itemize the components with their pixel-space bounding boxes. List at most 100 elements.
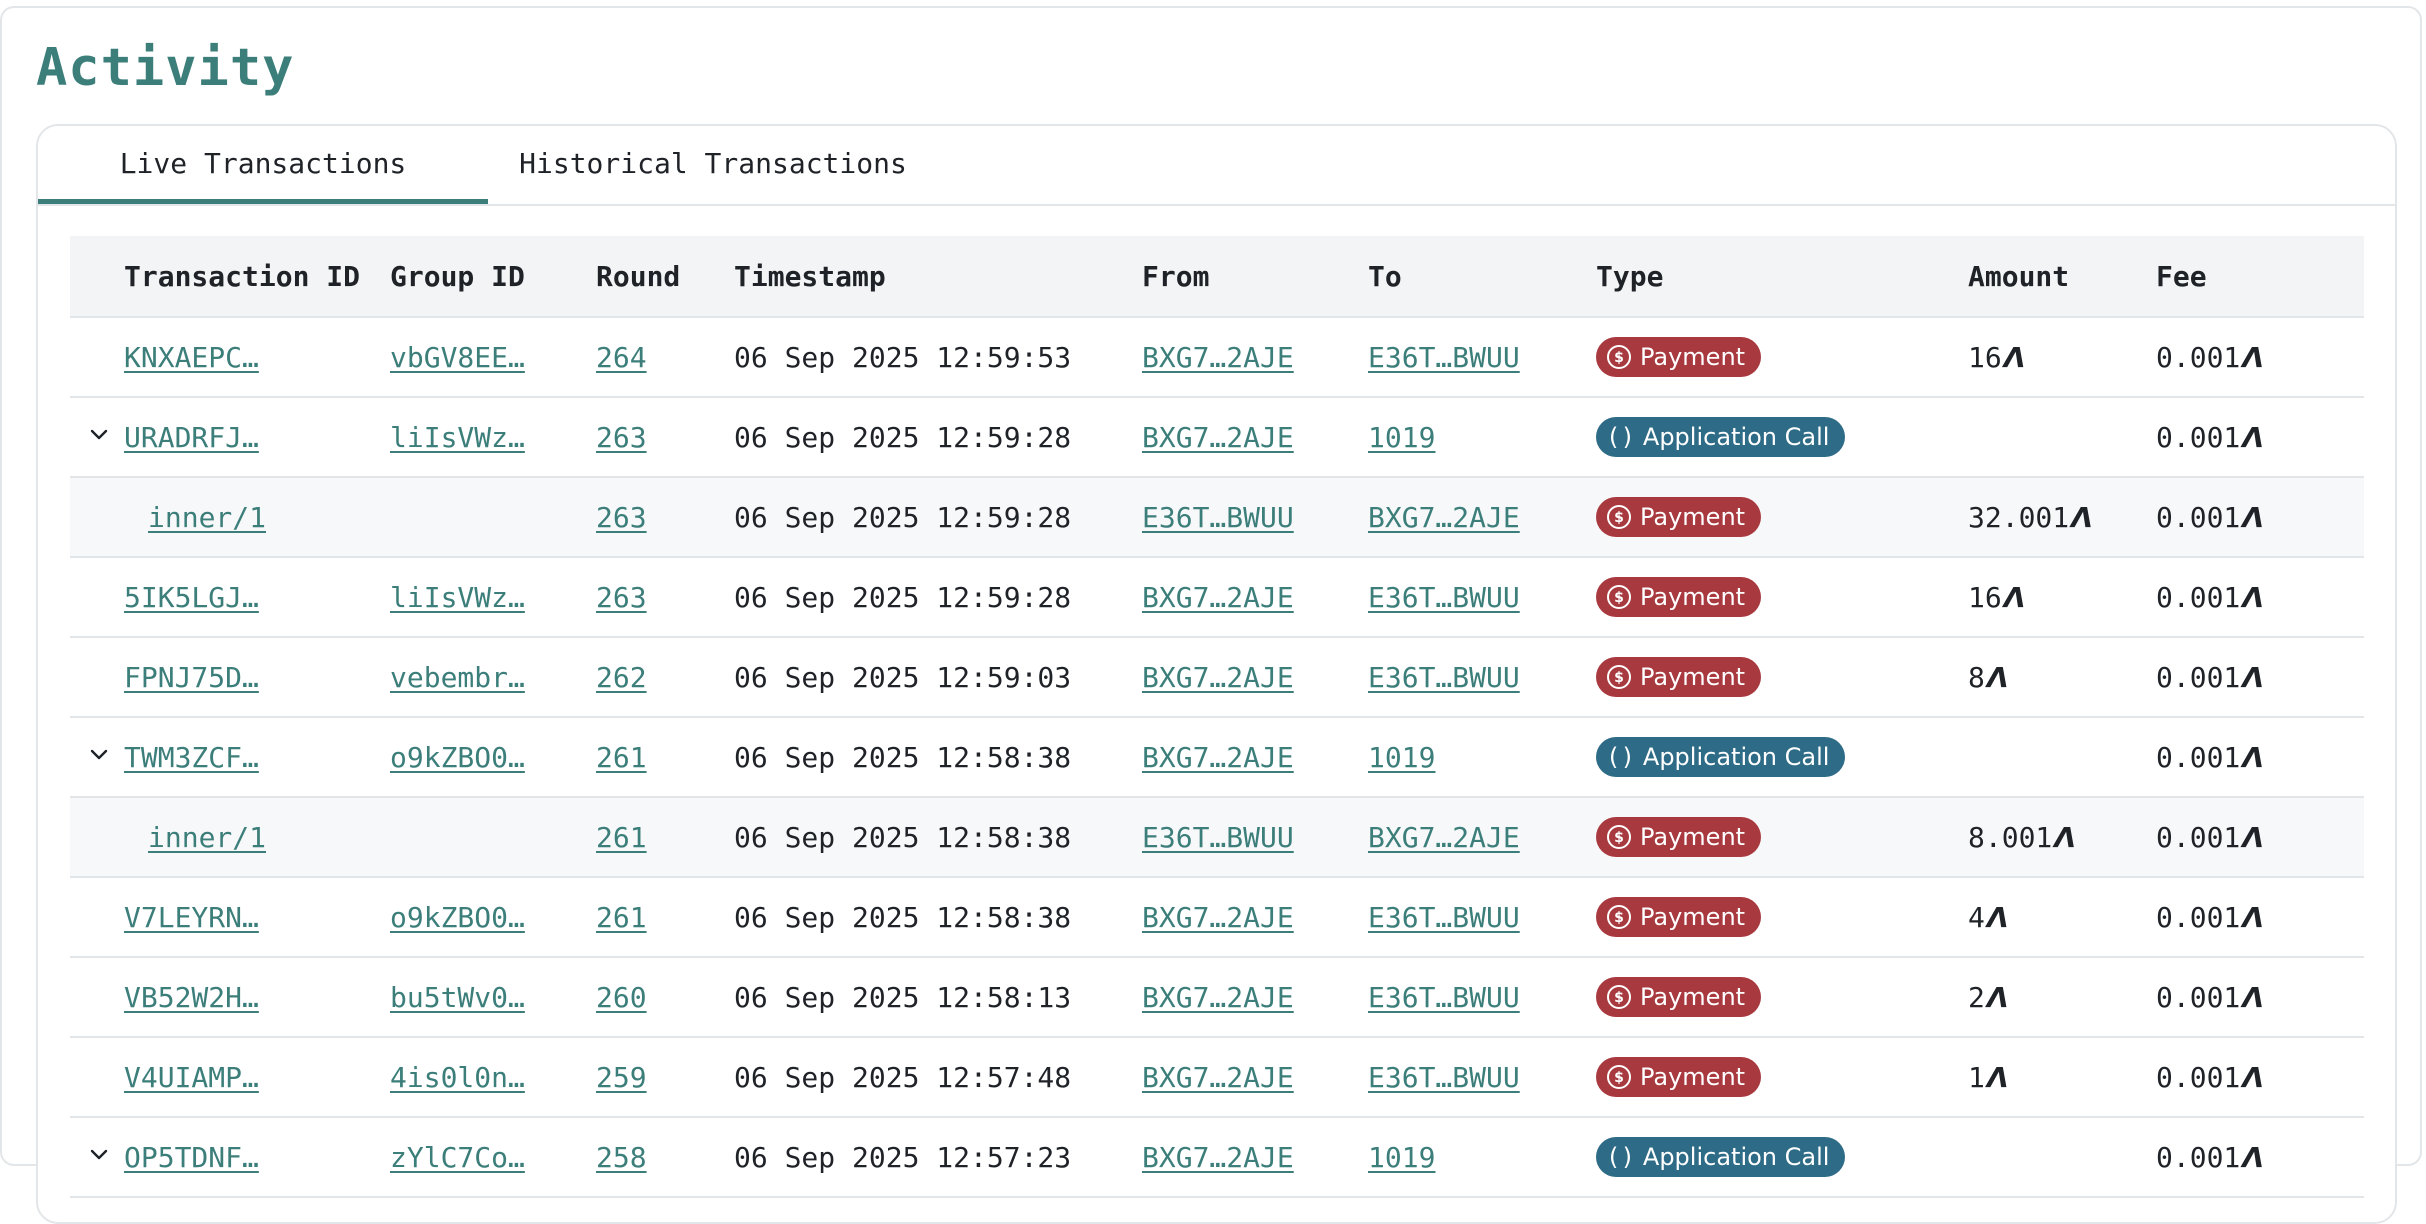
chevron-down-icon[interactable] bbox=[90, 746, 108, 764]
amount-value: 2 bbox=[1968, 980, 1985, 1014]
group-id-link[interactable]: liIsVWz… bbox=[390, 421, 525, 454]
transactions-panel: Live Transactions Historical Transaction… bbox=[36, 124, 2397, 1224]
group-id-link[interactable]: vebembr… bbox=[390, 661, 525, 694]
cell-round: 261 bbox=[596, 717, 734, 798]
algo-symbol: Ʌ bbox=[1986, 660, 2009, 694]
cell-group-id: liIsVWz… bbox=[390, 557, 596, 638]
cell-to: E36T…BWUU bbox=[1368, 317, 1596, 398]
round-link[interactable]: 263 bbox=[596, 581, 647, 614]
group-id-link[interactable]: zYlC7Co… bbox=[390, 1141, 525, 1174]
to-address-link[interactable]: E36T…BWUU bbox=[1368, 581, 1520, 614]
round-link[interactable]: 259 bbox=[596, 1061, 647, 1094]
fee-value: 0.001 bbox=[2156, 900, 2241, 934]
from-address-link[interactable]: E36T…BWUU bbox=[1142, 821, 1294, 854]
cell-from: BXG7…2AJE bbox=[1142, 1117, 1368, 1198]
chevron-down-icon[interactable] bbox=[90, 1146, 108, 1164]
from-address-link[interactable]: BXG7…2AJE bbox=[1142, 581, 1294, 614]
group-id-link[interactable]: o9kZBO0… bbox=[390, 901, 525, 934]
round-link[interactable]: 263 bbox=[596, 421, 647, 454]
chevron-down-icon[interactable] bbox=[90, 426, 108, 444]
transaction-id-link[interactable]: KNXAEPC… bbox=[124, 341, 259, 374]
to-address-link[interactable]: E36T…BWUU bbox=[1368, 1061, 1520, 1094]
cell-from: BXG7…2AJE bbox=[1142, 317, 1368, 398]
inner-transaction-link[interactable]: inner/1 bbox=[124, 501, 266, 534]
group-id-link[interactable]: o9kZBO0… bbox=[390, 741, 525, 774]
group-id-link[interactable]: liIsVWz… bbox=[390, 581, 525, 614]
type-label: Payment bbox=[1640, 503, 1746, 531]
cell-amount: 32.001Ʌ bbox=[1968, 477, 2156, 558]
from-address-link[interactable]: BXG7…2AJE bbox=[1142, 741, 1294, 774]
transaction-id-link[interactable]: V7LEYRN… bbox=[124, 901, 259, 934]
algo-symbol: Ʌ bbox=[2242, 740, 2264, 774]
type-badge-application-call: () Application Call bbox=[1596, 737, 1846, 777]
cell-group-id: 4is0l0n… bbox=[390, 1037, 596, 1118]
transaction-id-link[interactable]: FPNJ75D… bbox=[124, 661, 259, 694]
transaction-id-link[interactable]: VB52W2H… bbox=[124, 981, 259, 1014]
header-round: Round bbox=[596, 236, 734, 318]
inner-transaction-link[interactable]: inner/1 bbox=[124, 821, 266, 854]
cell-from: E36T…BWUU bbox=[1142, 477, 1368, 558]
tab-historical-transactions[interactable]: Historical Transactions bbox=[488, 126, 938, 204]
to-address-link[interactable]: E36T…BWUU bbox=[1368, 901, 1520, 934]
cell-group-id bbox=[390, 477, 596, 558]
tab-bar: Live Transactions Historical Transaction… bbox=[38, 126, 2395, 206]
amount-value: 32.001 bbox=[1968, 500, 2070, 534]
round-link[interactable]: 262 bbox=[596, 661, 647, 694]
transaction-id-link[interactable]: OP5TDNF… bbox=[124, 1141, 259, 1174]
table-row: KNXAEPC… vbGV8EE… 264 06 Sep 2025 12:59:53 B… bbox=[70, 317, 2364, 398]
type-label: Payment bbox=[1640, 1063, 1746, 1091]
tab-live-transactions[interactable]: Live Transactions bbox=[38, 126, 488, 204]
cell-amount bbox=[1968, 397, 2156, 478]
cell-transaction-id: V7LEYRN… bbox=[70, 877, 390, 958]
transaction-id-link[interactable]: TWM3ZCF… bbox=[124, 741, 259, 774]
group-id-link[interactable]: 4is0l0n… bbox=[390, 1061, 525, 1094]
from-address-link[interactable]: BXG7…2AJE bbox=[1142, 421, 1294, 454]
to-address-link[interactable]: E36T…BWUU bbox=[1368, 341, 1520, 374]
round-link[interactable]: 258 bbox=[596, 1141, 647, 1174]
from-address-link[interactable]: E36T…BWUU bbox=[1142, 501, 1294, 534]
group-id-link[interactable]: vbGV8EE… bbox=[390, 341, 525, 374]
transaction-id-link[interactable]: 5IK5LGJ… bbox=[124, 581, 259, 614]
from-address-link[interactable]: BXG7…2AJE bbox=[1142, 901, 1294, 934]
amount-value: 16 bbox=[1968, 580, 2002, 614]
svg-text:$: $ bbox=[1614, 670, 1624, 686]
from-address-link[interactable]: BXG7…2AJE bbox=[1142, 1141, 1294, 1174]
round-link[interactable]: 264 bbox=[596, 341, 647, 374]
group-id-link[interactable]: bu5tWv0… bbox=[390, 981, 525, 1014]
svg-text:$: $ bbox=[1614, 350, 1624, 366]
to-address-link[interactable]: 1019 bbox=[1368, 421, 1435, 454]
from-address-link[interactable]: BXG7…2AJE bbox=[1142, 981, 1294, 1014]
cell-timestamp: 06 Sep 2025 12:57:23 bbox=[734, 1117, 1142, 1198]
to-address-link[interactable]: 1019 bbox=[1368, 1141, 1435, 1174]
to-address-link[interactable]: BXG7…2AJE bbox=[1368, 821, 1520, 854]
type-label: Payment bbox=[1640, 343, 1746, 371]
to-address-link[interactable]: E36T…BWUU bbox=[1368, 981, 1520, 1014]
algo-symbol: Ʌ bbox=[2054, 820, 2076, 854]
round-link[interactable]: 263 bbox=[596, 501, 647, 534]
activity-card: Activity Live Transactions Historical Tr… bbox=[0, 6, 2422, 1224]
cell-from: BXG7…2AJE bbox=[1142, 877, 1368, 958]
round-link[interactable]: 261 bbox=[596, 821, 647, 854]
algo-symbol: Ʌ bbox=[1986, 1060, 2009, 1094]
algo-symbol: Ʌ bbox=[2242, 660, 2264, 694]
amount-value: 4 bbox=[1968, 900, 1985, 934]
cell-amount: 1Ʌ bbox=[1968, 1037, 2156, 1118]
round-link[interactable]: 260 bbox=[596, 981, 647, 1014]
to-address-link[interactable]: 1019 bbox=[1368, 741, 1435, 774]
cell-to: E36T…BWUU bbox=[1368, 877, 1596, 958]
round-link[interactable]: 261 bbox=[596, 741, 647, 774]
cell-fee: 0.001Ʌ bbox=[2156, 797, 2364, 878]
transaction-id-link[interactable]: V4UIAMP… bbox=[124, 1061, 259, 1094]
cell-timestamp: 06 Sep 2025 12:57:48 bbox=[734, 1037, 1142, 1118]
round-link[interactable]: 261 bbox=[596, 901, 647, 934]
from-address-link[interactable]: BXG7…2AJE bbox=[1142, 341, 1294, 374]
to-address-link[interactable]: E36T…BWUU bbox=[1368, 661, 1520, 694]
type-label: Payment bbox=[1640, 903, 1746, 931]
from-address-link[interactable]: BXG7…2AJE bbox=[1142, 661, 1294, 694]
cell-to: E36T…BWUU bbox=[1368, 637, 1596, 718]
from-address-link[interactable]: BXG7…2AJE bbox=[1142, 1061, 1294, 1094]
type-label: Payment bbox=[1640, 823, 1746, 851]
transaction-id-link[interactable]: URADRFJ… bbox=[124, 421, 259, 454]
dollar-circle-icon: $ bbox=[1606, 984, 1632, 1010]
to-address-link[interactable]: BXG7…2AJE bbox=[1368, 501, 1520, 534]
